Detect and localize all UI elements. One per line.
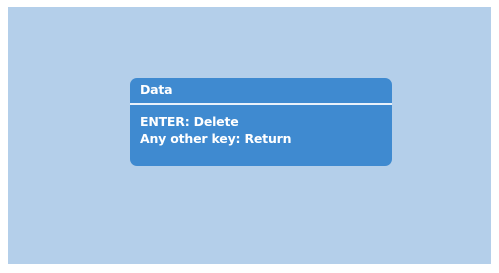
confirm-delete-dialog: Data ENTER: Delete Any other key: Return	[130, 78, 392, 166]
dialog-body: ENTER: Delete Any other key: Return	[140, 113, 292, 147]
dialog-divider	[130, 103, 392, 105]
enter-delete-instruction: ENTER: Delete	[140, 114, 239, 129]
dialog-title: Data	[140, 82, 173, 97]
screen-area: Data ENTER: Delete Any other key: Return	[8, 7, 491, 264]
other-key-return-instruction: Any other key: Return	[140, 131, 292, 146]
